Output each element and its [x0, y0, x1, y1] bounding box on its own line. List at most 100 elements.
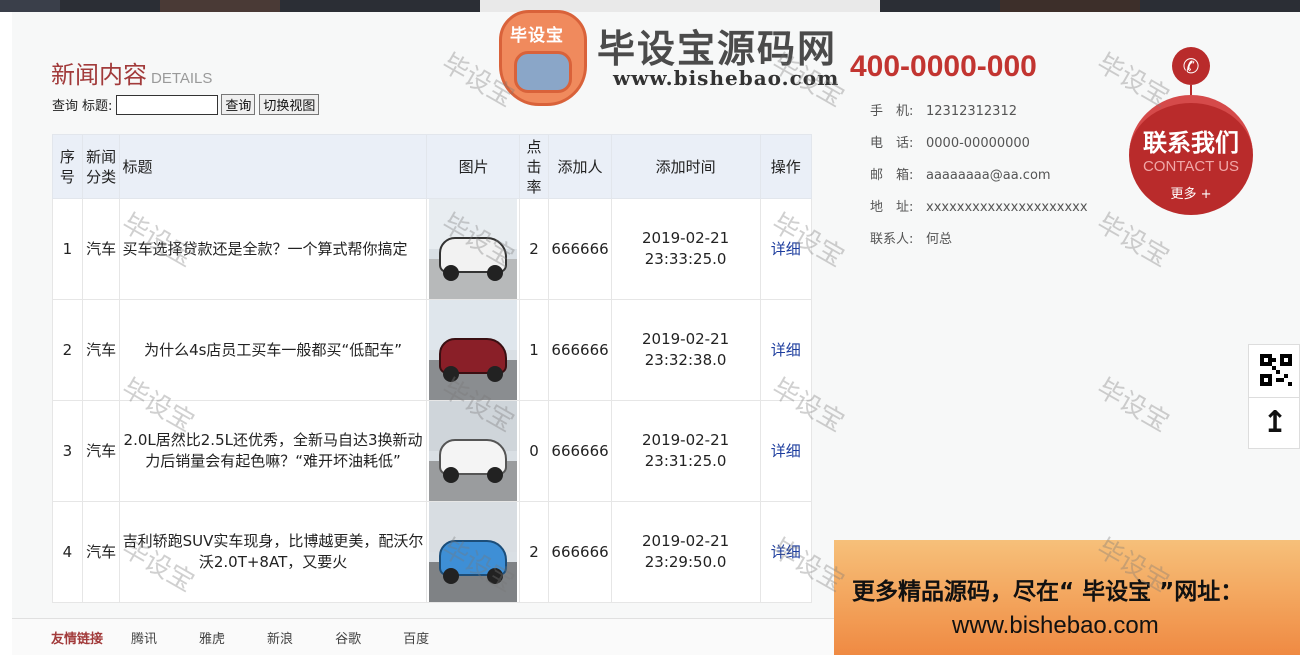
row-title: 吉利轿跑SUV实车现身，比博越更美，配沃尔沃2.0T+8AT，又要火 — [119, 501, 427, 603]
logo-face-icon — [514, 51, 572, 93]
row-action: 详细 — [759, 501, 813, 603]
qr-code-icon[interactable] — [1260, 354, 1292, 386]
title-search-input[interactable] — [116, 94, 219, 115]
row-index: 3 — [52, 400, 83, 502]
friend-link-sina[interactable]: 新浪 — [267, 628, 293, 647]
friend-link-google[interactable]: 谷歌 — [335, 628, 361, 647]
row-index: 2 — [52, 299, 83, 401]
row-index: 4 — [52, 501, 83, 603]
col-title: 标题 — [119, 134, 427, 199]
contact-tel: 电 话: 0000-00000000 — [870, 132, 1088, 164]
news-thumbnail[interactable] — [428, 300, 517, 400]
row-time: 2019-02-21 23:29:50.0 — [610, 501, 761, 603]
row-category: 汽车 — [81, 299, 121, 401]
email-value: aaaaaaaa@aa.com — [926, 168, 1051, 183]
row-time: 2019-02-21 23:32:38.0 — [610, 299, 761, 401]
tel-label: 电 话: — [870, 136, 914, 151]
detail-link[interactable]: 详细 — [771, 240, 801, 258]
news-table: 序号 新闻分类 标题 图片 点击率 添加人 添加时间 操作 1 汽车 买车选择贷… — [52, 134, 813, 603]
row-category: 汽车 — [81, 198, 121, 300]
friend-link-yahoo[interactable]: 雅虎 — [199, 628, 225, 647]
badge-string — [1190, 85, 1192, 95]
search-bar: 查询 标题: 查询 切换视图 — [52, 94, 323, 115]
back-to-top-icon[interactable]: ↥ — [1249, 405, 1300, 440]
mobile-value: 12312312312 — [926, 104, 1017, 119]
news-thumbnail[interactable] — [428, 502, 517, 602]
friend-link-tencent[interactable]: 腾讯 — [131, 628, 157, 647]
contact-info-list: 手 机: 12312312312 电 话: 0000-00000000 邮 箱: aa… — [870, 100, 1088, 260]
friend-link-baidu[interactable]: 百度 — [403, 628, 429, 647]
row-author: 666666 — [548, 198, 612, 300]
tel-value: 0000-00000000 — [926, 136, 1030, 151]
mobile-label: 手 机: — [870, 104, 914, 119]
friend-links-bar: 友情链接 腾讯 雅虎 新浪 谷歌 百度 — [12, 618, 834, 655]
row-author: 666666 — [548, 400, 612, 502]
news-thumbnail[interactable] — [428, 199, 517, 299]
table-row: 1 汽车 买车选择贷款还是全款？一个算式帮你搞定 2 666666 2019-0… — [52, 198, 813, 300]
row-clock: 23:29:50.0 — [644, 553, 727, 571]
row-title: 为什么4s店员工买车一般都买“低配车” — [119, 299, 427, 401]
news-thumbnail[interactable] — [428, 401, 517, 501]
col-category: 新闻分类 — [81, 134, 121, 199]
floating-tools: ↥ — [1248, 344, 1300, 449]
contact-us-badge[interactable]: ✆ 联系我们 CONTACT US 更多 + — [1129, 45, 1253, 215]
contact-person: 联系人: 何总 — [870, 228, 1088, 260]
row-title: 2.0L居然比2.5L还优秀，全新马自达3换新动力后销量会有起色嘛？“难开坏油耗… — [119, 400, 427, 502]
title-field-label: 标题: — [82, 99, 113, 114]
logo-badge: 毕设宝 — [499, 10, 587, 106]
col-clicks: 点击率 — [518, 134, 550, 199]
row-author: 666666 — [548, 299, 612, 401]
col-index: 序号 — [52, 134, 83, 199]
row-index: 1 — [52, 198, 83, 300]
tools-divider — [1249, 397, 1300, 398]
logo-badge-text: 毕设宝 — [510, 26, 564, 46]
logo-url: www.bishebao.com — [613, 66, 840, 90]
query-button[interactable]: 查询 — [221, 94, 256, 115]
person-label: 联系人: — [870, 232, 914, 247]
page-subtitle: DETAILS — [151, 70, 213, 87]
row-clock: 23:33:25.0 — [644, 250, 727, 268]
section-heading: 新闻内容 DETAILS — [51, 55, 212, 90]
email-label: 邮 箱: — [870, 168, 914, 183]
address-value: xxxxxxxxxxxxxxxxxxxxx — [926, 200, 1088, 215]
promo-banner[interactable]: 更多精品源码，尽在“ 毕设宝 ”网址： www.bishebao.com — [834, 540, 1300, 655]
row-time: 2019-02-21 23:33:25.0 — [610, 198, 761, 300]
contact-mobile: 手 机: 12312312312 — [870, 100, 1088, 132]
row-date: 2019-02-21 — [642, 532, 730, 550]
detail-link[interactable]: 详细 — [771, 442, 801, 460]
row-clicks: 2 — [518, 198, 550, 300]
row-clicks: 2 — [518, 501, 550, 603]
switch-view-button[interactable]: 切换视图 — [259, 94, 320, 115]
page-title: 新闻内容 — [51, 61, 147, 89]
row-date: 2019-02-21 — [642, 330, 730, 348]
site-logo[interactable]: 毕设宝 毕设宝源码网 www.bishebao.com — [497, 8, 857, 108]
promo-line-1: 更多精品源码，尽在“ 毕设宝 ”网址： — [852, 579, 1244, 605]
row-clock: 23:32:38.0 — [644, 351, 727, 369]
contact-more-link[interactable]: 更多 + — [1129, 183, 1253, 202]
friend-links-label: 友情链接 — [51, 631, 104, 647]
row-image-cell — [425, 299, 520, 401]
row-image-cell — [425, 400, 520, 502]
row-clock: 23:31:25.0 — [644, 452, 727, 470]
phone-icon: ✆ — [1172, 47, 1210, 85]
table-row: 2 汽车 为什么4s店员工买车一般都买“低配车” 1 666666 2019-0… — [52, 299, 813, 401]
row-date: 2019-02-21 — [642, 431, 730, 449]
row-category: 汽车 — [81, 501, 121, 603]
detail-link[interactable]: 详细 — [771, 341, 801, 359]
promo-url: www.bishebao.com — [952, 612, 1159, 639]
col-title-label: 标题 — [122, 157, 153, 176]
col-time: 添加时间 — [610, 134, 761, 199]
detail-link[interactable]: 详细 — [771, 543, 801, 561]
search-prefix-label: 查询 — [52, 99, 79, 114]
contact-address: 地 址: xxxxxxxxxxxxxxxxxxxxx — [870, 196, 1088, 228]
address-label: 地 址: — [870, 200, 914, 215]
hotline-number: 400-0000-000 — [850, 50, 1037, 83]
row-title: 买车选择贷款还是全款？一个算式帮你搞定 — [119, 198, 427, 300]
logo-title: 毕设宝源码网 — [597, 27, 838, 71]
row-image-cell — [425, 198, 520, 300]
row-clicks: 0 — [518, 400, 550, 502]
row-image-cell — [425, 501, 520, 603]
row-action: 详细 — [759, 299, 813, 401]
row-author: 666666 — [548, 501, 612, 603]
contact-email: 邮 箱: aaaaaaaa@aa.com — [870, 164, 1088, 196]
